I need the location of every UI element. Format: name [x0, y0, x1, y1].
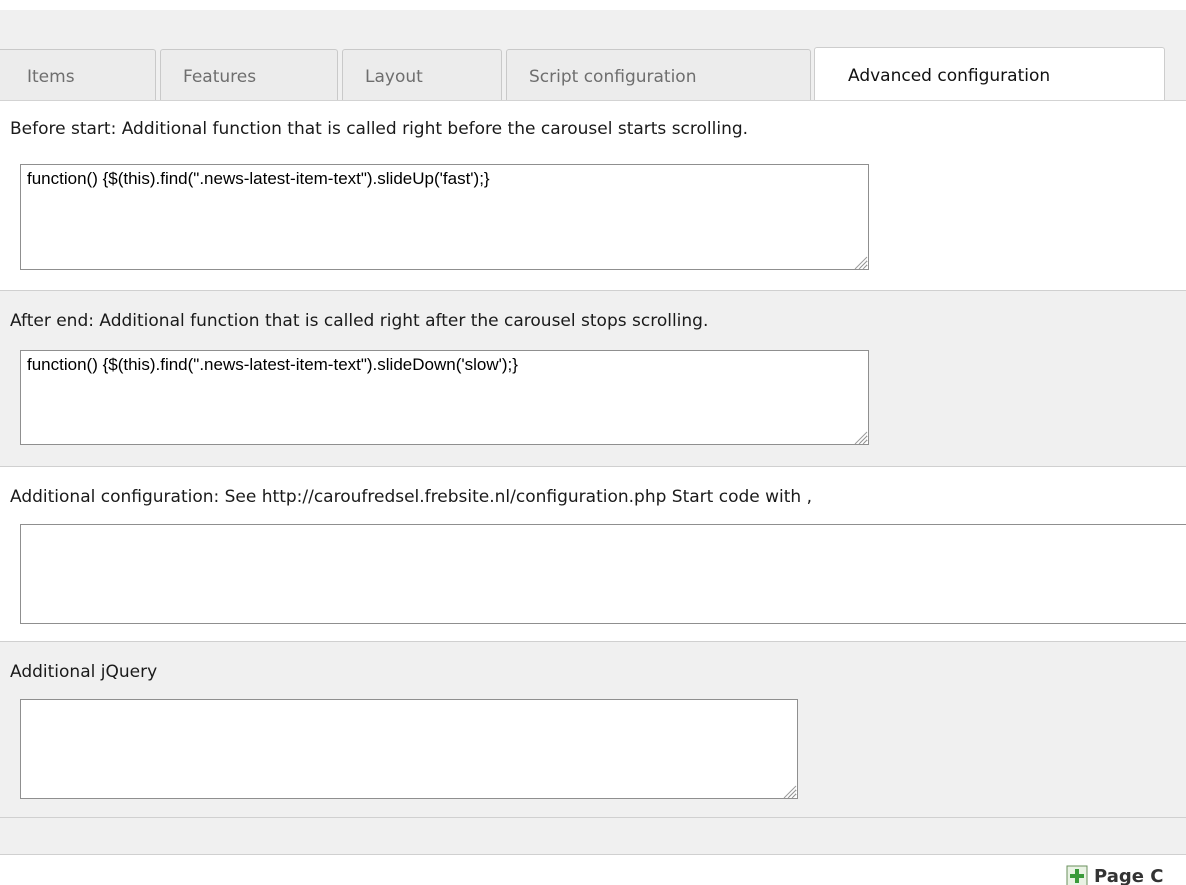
tab-advanced-configuration[interactable]: Advanced configuration [814, 47, 1165, 102]
tab-layout[interactable]: Layout [342, 49, 502, 100]
tab-features[interactable]: Features [160, 49, 338, 100]
top-strip [0, 0, 1186, 10]
new-page-label: Page C [1094, 866, 1164, 885]
add-page-icon [1066, 865, 1088, 885]
additional-jquery-label: Additional jQuery [10, 662, 158, 682]
after-end-label: After end: Additional function that is c… [10, 311, 709, 331]
additional-jquery-section: Additional jQuery [0, 642, 1186, 818]
after-end-section: After end: Additional function that is c… [0, 291, 1186, 467]
additional-configuration-label: Additional configuration: See http://car… [10, 487, 813, 507]
after-end-textarea[interactable]: function() {$(this).find(".news-latest-i… [20, 350, 869, 445]
tab-panel: Before start: Additional function that i… [0, 100, 1186, 885]
before-start-section: Before start: Additional function that i… [0, 101, 1186, 291]
additional-jquery-textarea[interactable] [20, 699, 798, 799]
new-page-button[interactable]: Page C [1066, 865, 1163, 885]
spacer-section [0, 818, 1186, 855]
additional-configuration-section: Additional configuration: See http://car… [0, 467, 1186, 642]
tab-script-configuration[interactable]: Script configuration [506, 49, 811, 100]
additional-configuration-textarea[interactable] [20, 524, 1186, 624]
page: Items Features Layout Script configurati… [0, 0, 1186, 885]
tab-bar: Items Features Layout Script configurati… [0, 44, 1186, 102]
before-start-label: Before start: Additional function that i… [10, 119, 749, 139]
before-start-textarea[interactable]: function() {$(this).find(".news-latest-i… [20, 164, 869, 270]
tab-items[interactable]: Items [0, 49, 156, 100]
footer-bar: Page C [0, 855, 1186, 885]
